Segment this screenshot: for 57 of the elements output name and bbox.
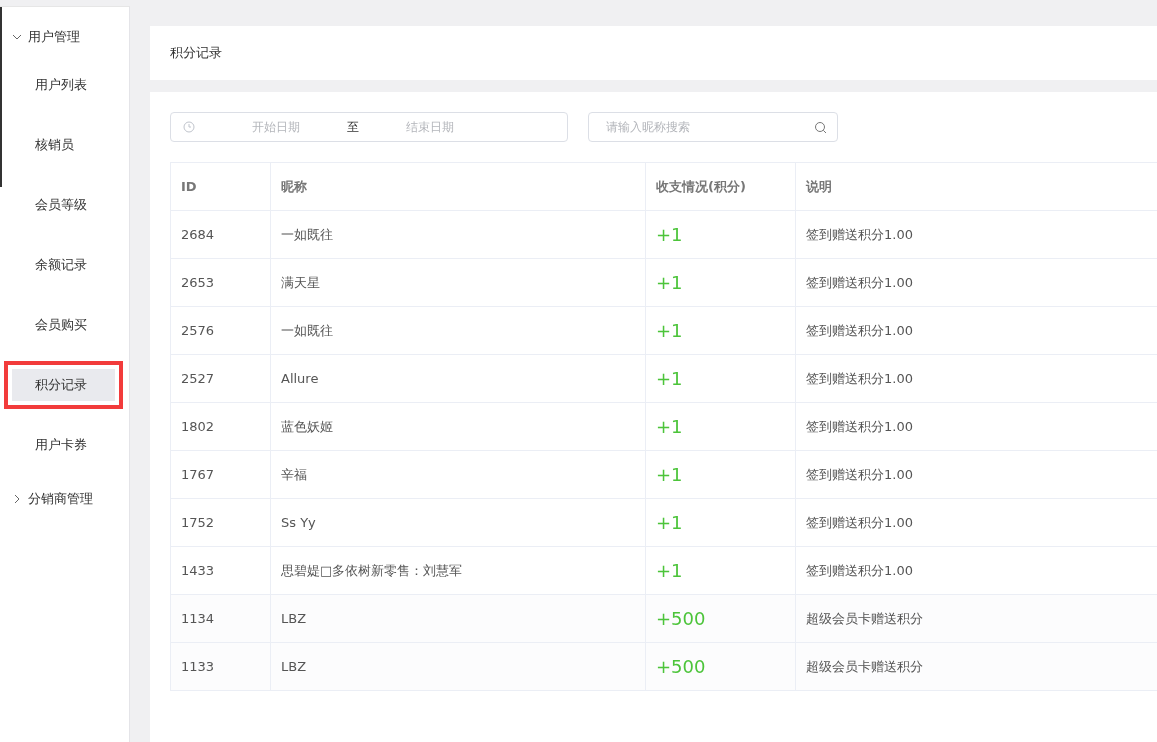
sidebar-item[interactable]: 用户列表: [0, 61, 129, 109]
sidebar-item[interactable]: 会员等级: [0, 181, 129, 229]
sidebar-item[interactable]: 积分记录: [4, 361, 123, 409]
group-label: 用户管理: [28, 28, 80, 46]
table-cell: +1: [645, 354, 796, 403]
sidebar-item[interactable]: 用户卡券: [0, 421, 129, 469]
column-header: 说明: [795, 162, 1157, 211]
start-date-input[interactable]: 开始日期: [219, 119, 333, 135]
clock-icon: [183, 121, 195, 133]
table-cell: 1752: [170, 498, 271, 547]
table-cell: 超级会员卡赠送积分: [795, 642, 1157, 691]
sidebar-group[interactable]: 用户管理: [0, 13, 129, 61]
table-cell: 2684: [170, 210, 271, 259]
table-cell: Ss Yy: [270, 498, 646, 547]
table-cell: 2653: [170, 258, 271, 307]
sidebar-item[interactable]: 余额记录: [0, 241, 129, 289]
sidebar-item[interactable]: 会员购买: [0, 301, 129, 349]
range-separator: 至: [347, 118, 359, 136]
table-cell: +1: [645, 258, 796, 307]
table-cell: 2527: [170, 354, 271, 403]
table-cell: 1134: [170, 594, 271, 643]
table-cell: 1133: [170, 642, 271, 691]
table-cell: +1: [645, 402, 796, 451]
column-header: 昵称: [270, 162, 646, 211]
group-label: 分销商管理: [28, 490, 93, 508]
column-header: ID: [170, 162, 271, 211]
table-cell: Allure: [270, 354, 646, 403]
table-cell: +1: [645, 210, 796, 259]
table-cell: +1: [645, 498, 796, 547]
table-cell: 1767: [170, 450, 271, 499]
search-field[interactable]: 请输入昵称搜索: [588, 112, 838, 142]
table-cell: 思碧媞□多依树新零售：刘慧军: [270, 546, 646, 595]
end-date-input[interactable]: 结束日期: [373, 119, 487, 135]
date-range-field[interactable]: 开始日期 至 结束日期: [170, 112, 568, 142]
sidebar-group[interactable]: 分销商管理: [0, 475, 129, 523]
table-cell: +1: [645, 450, 796, 499]
search-icon: [814, 120, 827, 134]
table-cell: 蓝色妖姬: [270, 402, 646, 451]
sidebar-item[interactable]: 核销员: [0, 121, 129, 169]
chevron-icon: [12, 494, 22, 504]
table-cell: 辛福: [270, 450, 646, 499]
chevron-icon: [12, 32, 22, 42]
table-cell: +500: [645, 594, 796, 643]
table-cell: 超级会员卡赠送积分: [795, 594, 1157, 643]
table-cell: +500: [645, 642, 796, 691]
table-cell: 一如既往: [270, 210, 646, 259]
page-title: 积分记录: [170, 44, 222, 62]
table-cell: 一如既往: [270, 306, 646, 355]
table-cell: LBZ: [270, 642, 646, 691]
column-header: 收支情况(积分): [645, 162, 796, 211]
table-cell: +1: [645, 546, 796, 595]
table-cell: 满天星: [270, 258, 646, 307]
table-cell: 1802: [170, 402, 271, 451]
table-cell: +1: [645, 306, 796, 355]
table-cell: LBZ: [270, 594, 646, 643]
table-cell: 2576: [170, 306, 271, 355]
table-cell: 1433: [170, 546, 271, 595]
